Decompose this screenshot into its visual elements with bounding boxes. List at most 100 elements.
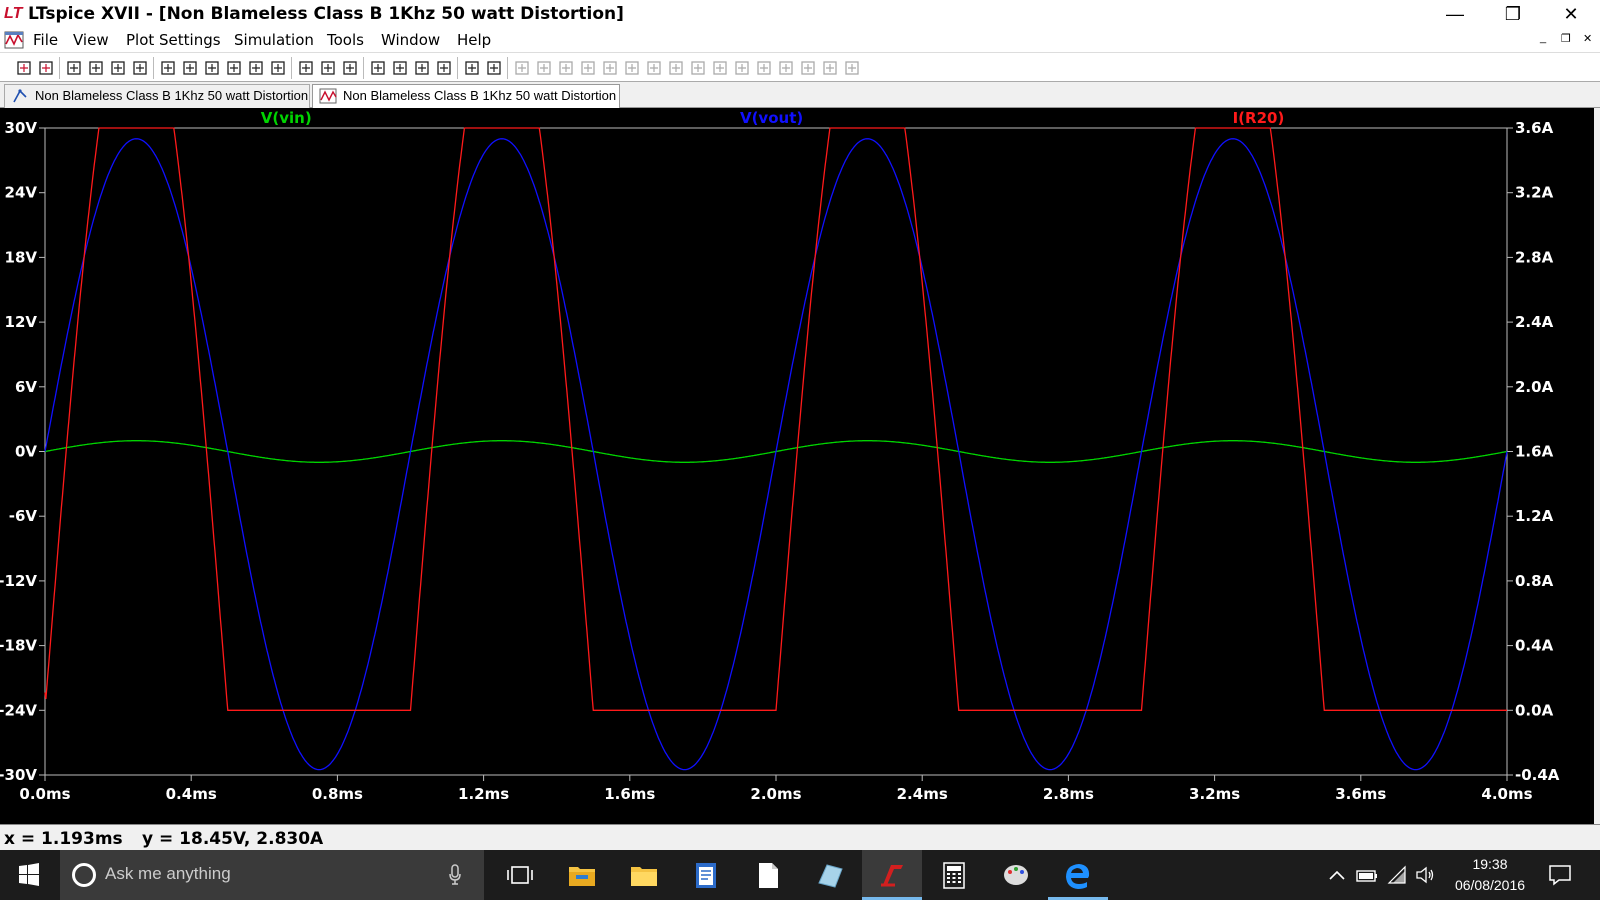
edge-button[interactable] [1048, 850, 1108, 900]
notification-icon[interactable] [1547, 863, 1573, 887]
capacitor-icon[interactable] [600, 58, 620, 78]
waveform-window-icon[interactable] [4, 30, 24, 50]
resistor-icon[interactable] [578, 58, 598, 78]
file-explorer-button[interactable] [552, 850, 612, 900]
series-line-i-r20- [44, 127, 1507, 711]
y-right-tick-label: 2.0A [1515, 378, 1554, 396]
toolbar-separator [59, 57, 60, 79]
move-icon[interactable] [688, 58, 708, 78]
mdi-minimize-button[interactable]: _ [1540, 32, 1546, 44]
wire-icon[interactable] [512, 58, 532, 78]
microphone-icon[interactable] [448, 864, 462, 886]
tab-schematic[interactable]: Non Blameless Class B 1Khz 50 watt Disto… [4, 84, 310, 108]
paste-icon[interactable] [412, 58, 432, 78]
close-button[interactable]: ✕ [1548, 0, 1594, 28]
control-panel-icon[interactable] [86, 58, 106, 78]
y-right-tick-label: 0.0A [1515, 701, 1554, 719]
spice-directive-icon[interactable] [842, 58, 862, 78]
find-icon[interactable] [434, 58, 454, 78]
ground-icon[interactable] [534, 58, 554, 78]
x-tick-label: 2.0ms [750, 785, 801, 803]
y-right-tick-label: 3.6A [1515, 119, 1554, 137]
text-icon[interactable] [820, 58, 840, 78]
calculator-button[interactable] [924, 850, 984, 900]
mirror-icon[interactable] [798, 58, 818, 78]
menu-help[interactable]: Help [457, 31, 491, 49]
menu-file[interactable]: File [33, 31, 58, 49]
ltspice-icon [881, 865, 903, 887]
save-icon[interactable] [64, 58, 84, 78]
zoom-cancel-icon[interactable] [224, 58, 244, 78]
menu-tools[interactable]: Tools [327, 31, 364, 49]
x-tick-label: 0.4ms [166, 785, 217, 803]
file-explorer-icon [569, 867, 595, 886]
inductor-icon[interactable] [622, 58, 642, 78]
volume-icon[interactable] [1414, 864, 1436, 886]
menu-simulation[interactable]: Simulation [234, 31, 314, 49]
search-box[interactable]: Ask me anything [60, 850, 484, 900]
folder-button[interactable] [614, 850, 674, 900]
mdi-restore-button[interactable]: ❐ [1561, 32, 1571, 45]
menu-bar: File View Plot Settings Simulation Tools… [0, 28, 1600, 52]
zoom-out-icon[interactable] [180, 58, 200, 78]
run-icon[interactable] [108, 58, 128, 78]
system-clock[interactable]: 19:38 06/08/2016 [1440, 854, 1540, 896]
wifi-icon[interactable] [1386, 864, 1408, 886]
diode-icon[interactable] [644, 58, 664, 78]
zoom-in-icon[interactable] [158, 58, 178, 78]
x-tick-label: 2.4ms [897, 785, 948, 803]
x-tick-label: 0.0ms [19, 785, 70, 803]
label-icon[interactable] [556, 58, 576, 78]
x-tick-label: 2.8ms [1043, 785, 1094, 803]
print-preview-icon[interactable] [462, 58, 482, 78]
legend-label-v-vout-[interactable]: V(vout) [740, 109, 803, 127]
new-schematic-icon[interactable] [14, 58, 34, 78]
menu-window[interactable]: Window [381, 31, 440, 49]
tab-label: Non Blameless Class B 1Khz 50 watt Disto… [343, 88, 617, 103]
document-button[interactable] [738, 850, 798, 900]
toolbar-separator [153, 57, 154, 79]
maximize-button[interactable]: ❐ [1490, 0, 1536, 28]
fit-icon[interactable] [268, 58, 288, 78]
rotate-icon[interactable] [776, 58, 796, 78]
x-tick-label: 1.6ms [604, 785, 655, 803]
redo-icon[interactable] [754, 58, 774, 78]
component-icon[interactable] [666, 58, 686, 78]
tile-vertical-icon[interactable] [340, 58, 360, 78]
ltspice-button[interactable] [862, 850, 922, 900]
legend-label-i-r20-[interactable]: I(R20) [1233, 109, 1285, 127]
start-button[interactable] [0, 850, 58, 900]
undo-icon[interactable] [732, 58, 752, 78]
gadget-icon [818, 864, 843, 888]
halt-icon[interactable] [130, 58, 150, 78]
task-view-button[interactable] [490, 850, 550, 900]
paint-button[interactable] [986, 850, 1046, 900]
minimize-button[interactable]: — [1432, 0, 1478, 28]
notepad-button[interactable] [676, 850, 736, 900]
open-icon[interactable] [36, 58, 56, 78]
drag-icon[interactable] [710, 58, 730, 78]
menu-view[interactable]: View [73, 31, 109, 49]
autorange-icon[interactable] [246, 58, 266, 78]
waveform-plot-pane[interactable]: 30V 24V 18V 12V 6V 0V -6V -12V -18V -24V -30V 3.6A 3… [0, 108, 1600, 824]
tab-waveform[interactable]: Non Blameless Class B 1Khz 50 watt Disto… [312, 84, 620, 108]
battery-icon[interactable] [1356, 864, 1378, 886]
waveform-chart[interactable]: 30V 24V 18V 12V 6V 0V -6V -12V -18V -24V -30V 3.6A 3… [0, 108, 1594, 824]
y-left-tick-label: 18V [5, 248, 38, 266]
waveform-icon [319, 88, 337, 104]
tile-horizontal-icon[interactable] [296, 58, 316, 78]
print-icon[interactable] [484, 58, 504, 78]
copy-icon[interactable] [390, 58, 410, 78]
menu-plot-settings[interactable]: Plot Settings [126, 31, 221, 49]
zoom-full-icon[interactable] [202, 58, 222, 78]
gadget-button[interactable] [800, 850, 860, 900]
mdi-close-button[interactable]: ✕ [1583, 32, 1592, 45]
legend-label-v-vin-[interactable]: V(vin) [261, 109, 312, 127]
x-tick-label: 4.0ms [1481, 785, 1532, 803]
y-left-tick-label: 30V [5, 119, 38, 137]
clock-date: 06/08/2016 [1454, 877, 1526, 893]
cut-icon[interactable] [368, 58, 388, 78]
paint-icon [1004, 865, 1028, 885]
cascade-icon[interactable] [318, 58, 338, 78]
chevron-up-icon[interactable] [1326, 864, 1348, 886]
